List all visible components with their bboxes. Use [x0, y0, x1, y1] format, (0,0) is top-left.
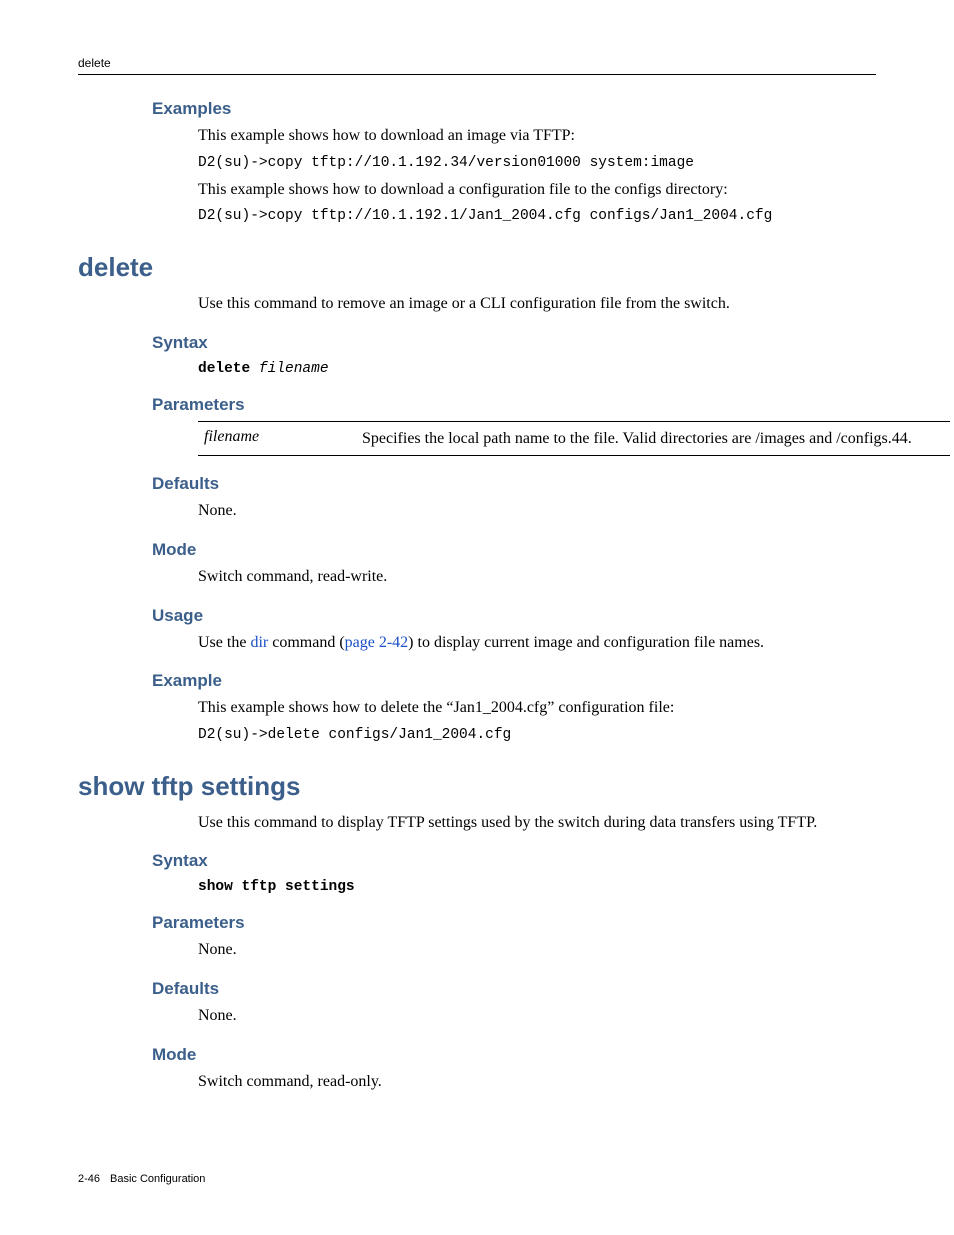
delete-example-body: This example shows how to delete the “Ja…	[198, 697, 876, 719]
examples-code-2: D2(su)->copy tftp://10.1.192.1/Jan1_2004…	[198, 208, 876, 224]
syntax-arg: filename	[259, 361, 329, 377]
heading-show-tftp-parameters: Parameters	[152, 913, 876, 933]
footer-section-title: Basic Configuration	[110, 1173, 205, 1185]
delete-usage-body: Use the dir command (page 2-42) to displ…	[198, 632, 876, 654]
param-desc: Specifies the local path name to the fil…	[362, 428, 950, 450]
header-rule	[78, 74, 876, 75]
heading-delete-syntax: Syntax	[152, 333, 876, 353]
delete-syntax-code: delete filename	[198, 361, 876, 377]
examples-code-1: D2(su)->copy tftp://10.1.192.34/version0…	[198, 155, 876, 171]
heading-examples: Examples	[152, 99, 876, 119]
param-name: filename	[198, 428, 362, 450]
heading-show-tftp-defaults: Defaults	[152, 979, 876, 999]
show-tftp-intro: Use this command to display TFTP setting…	[198, 812, 876, 834]
link-dir-command[interactable]: dir	[250, 634, 268, 651]
heading-show-tftp-mode: Mode	[152, 1045, 876, 1065]
show-tftp-mode-body: Switch command, read-only.	[198, 1071, 876, 1093]
heading-delete-usage: Usage	[152, 606, 876, 626]
show-tftp-parameters-body: None.	[198, 939, 876, 961]
syntax-cmd: show tftp settings	[198, 879, 355, 895]
show-tftp-defaults-body: None.	[198, 1005, 876, 1027]
heading-show-tftp-syntax: Syntax	[152, 851, 876, 871]
examples-body-1: This example shows how to download an im…	[198, 125, 876, 147]
table-row: filename Specifies the local path name t…	[198, 428, 950, 450]
heading-delete-parameters: Parameters	[152, 395, 876, 415]
usage-text-prefix: Use the	[198, 634, 250, 651]
show-tftp-syntax-code: show tftp settings	[198, 879, 876, 895]
syntax-cmd: delete	[198, 361, 250, 377]
heading-delete-mode: Mode	[152, 540, 876, 560]
delete-intro: Use this command to remove an image or a…	[198, 293, 876, 315]
heading-show-tftp-settings: show tftp settings	[78, 771, 876, 802]
page-container: delete Examples This example shows how t…	[0, 0, 954, 1235]
usage-text-mid: command (	[268, 634, 344, 651]
heading-delete-defaults: Defaults	[152, 474, 876, 494]
delete-param-table: filename Specifies the local path name t…	[198, 421, 950, 457]
delete-mode-body: Switch command, read-write.	[198, 566, 876, 588]
page-footer: 2-46 Basic Configuration	[78, 1173, 205, 1185]
examples-body-2: This example shows how to download a con…	[198, 179, 876, 201]
heading-delete: delete	[78, 252, 876, 283]
delete-example-code: D2(su)->delete configs/Jan1_2004.cfg	[198, 727, 876, 743]
footer-page-number: 2-46	[78, 1173, 100, 1185]
heading-delete-example: Example	[152, 671, 876, 691]
running-head: delete	[78, 56, 876, 70]
link-page-2-42[interactable]: page 2-42	[345, 634, 409, 651]
usage-text-suffix: ) to display current image and configura…	[408, 634, 764, 651]
delete-defaults-body: None.	[198, 500, 876, 522]
